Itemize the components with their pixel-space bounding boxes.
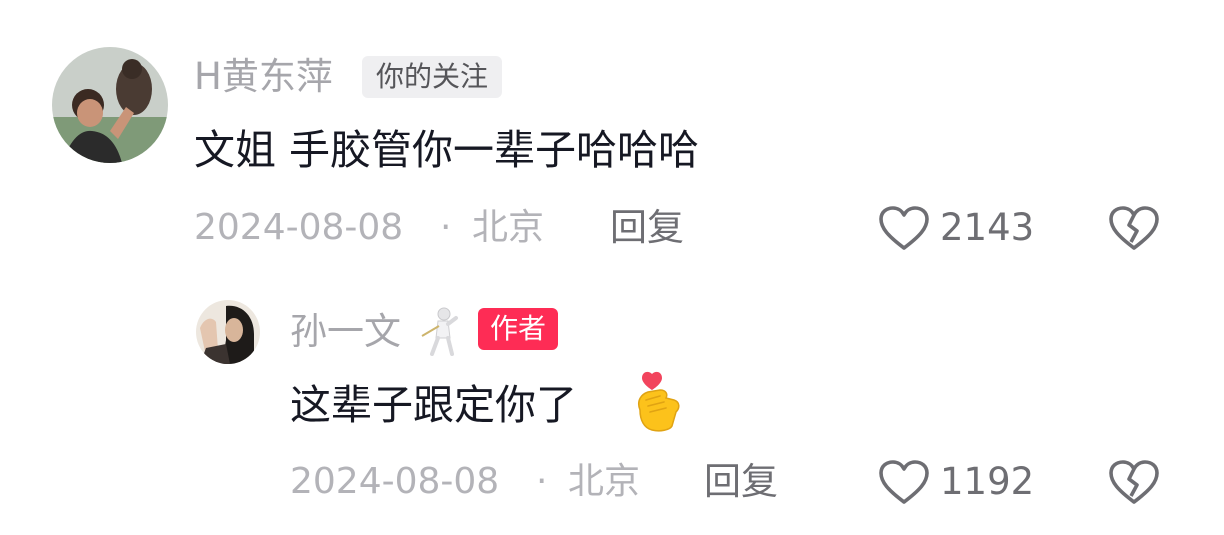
broken-heart-icon[interactable] [1108,460,1160,506]
reply-location: 北京 [568,461,641,502]
broken-heart-icon[interactable] [1108,206,1160,252]
comment-separator: · [440,207,452,248]
finger-heart-emoji-icon [630,370,682,432]
heart-outline-icon[interactable] [878,460,930,506]
reply-like-count: 1192 [940,460,1035,503]
reply-button[interactable]: 回复 [610,206,684,250]
comment-location: 北京 [472,207,545,248]
author-avatar[interactable] [196,300,260,364]
author-username[interactable]: 孙一文 [290,310,401,354]
reply-to-reply-button[interactable]: 回复 [704,460,778,504]
reply-separator: · [536,461,548,502]
fencer-emoji-icon [418,306,462,356]
comment-date: 2024-08-08 [194,207,404,248]
commenter-username[interactable]: H黄东萍 [194,55,333,99]
reply-date: 2024-08-08 [290,461,500,502]
like-count: 2143 [940,206,1035,249]
following-tag: 你的关注 [362,56,503,98]
author-tag: 作者 [478,308,559,350]
comment-text: 文姐 手胶管你一辈子哈哈哈 [194,126,700,174]
reply-text: 这辈子跟定你了 [290,381,577,429]
heart-outline-icon[interactable] [878,206,930,252]
commenter-avatar[interactable] [52,47,168,163]
